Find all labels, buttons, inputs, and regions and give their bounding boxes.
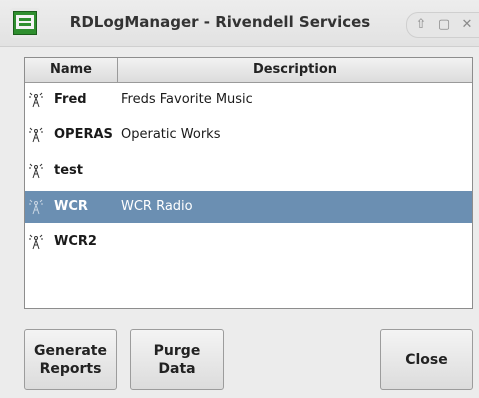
service-description: Freds Favorite Music [121, 92, 253, 107]
purge-data-button[interactable]: Purge Data [130, 329, 224, 390]
close-window-icon[interactable]: ✕ [457, 15, 477, 35]
service-row[interactable]: OPERAS Operatic Works [25, 119, 472, 151]
window-title: RDLogManager - Rivendell Services [69, 13, 371, 31]
column-header-name[interactable]: Name [25, 58, 118, 82]
service-icon [29, 234, 43, 250]
service-icon [29, 92, 43, 108]
title-bar: RDLogManager - Rivendell Services ⇧ ▢ ✕ [0, 0, 479, 47]
list-header: Name Description [25, 58, 472, 83]
service-description: WCR Radio [121, 199, 193, 214]
up-icon[interactable]: ⇧ [411, 15, 431, 35]
service-name: WCR2 [54, 234, 97, 249]
service-icon [29, 199, 43, 215]
service-icon [29, 127, 43, 143]
service-row[interactable]: WCR2 [25, 226, 472, 258]
window-controls: ⇧ ▢ ✕ [406, 12, 479, 38]
service-name: test [54, 163, 83, 178]
services-list[interactable]: Name Description Fred Freds Favorite Mus… [24, 57, 473, 309]
close-button[interactable]: Close [380, 329, 473, 390]
service-description: Operatic Works [121, 127, 221, 142]
service-name: Fred [54, 92, 87, 107]
generate-reports-button[interactable]: Generate Reports [24, 329, 117, 390]
service-row[interactable]: test [25, 155, 472, 187]
maximize-icon[interactable]: ▢ [434, 15, 454, 35]
service-name: WCR [54, 199, 88, 214]
service-row-selected[interactable]: WCR WCR Radio [25, 191, 472, 223]
column-header-description[interactable]: Description [118, 58, 472, 82]
service-name: OPERAS [54, 127, 113, 142]
rdlogmanager-app-icon [10, 8, 40, 38]
service-icon [29, 163, 43, 179]
service-row[interactable]: Fred Freds Favorite Music [25, 84, 472, 116]
